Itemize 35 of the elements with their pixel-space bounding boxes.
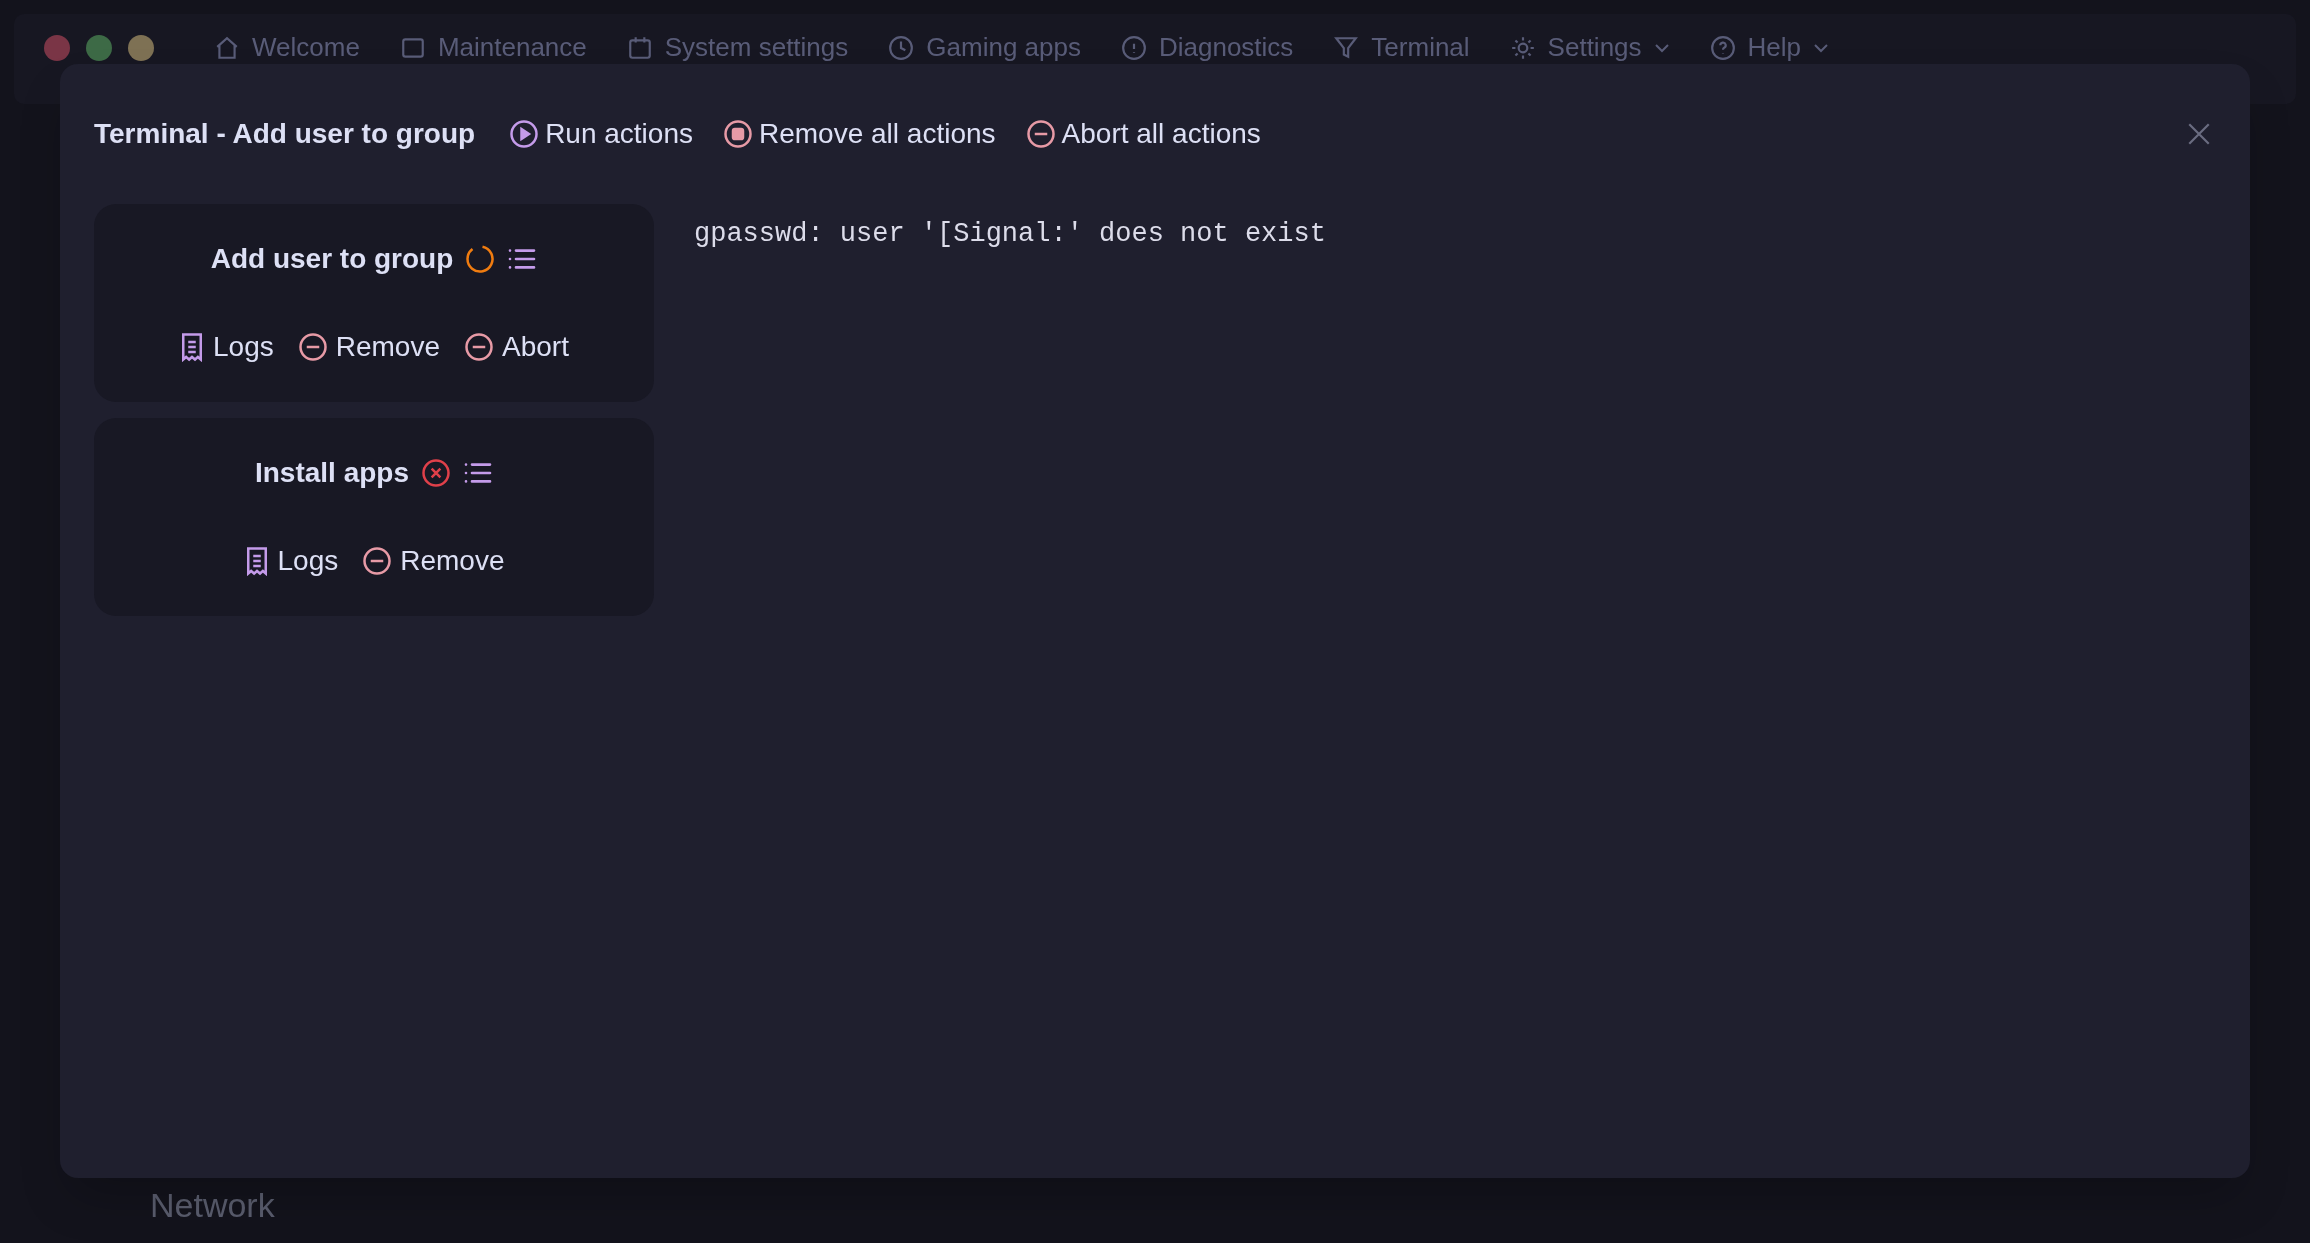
remove-button[interactable]: Remove: [297, 326, 440, 368]
clock-icon: [888, 34, 915, 61]
list-icon: [507, 247, 538, 271]
remove-all-button[interactable]: Remove all actions: [723, 113, 996, 155]
home-icon: [214, 34, 240, 61]
chevron-down-icon: [1653, 41, 1670, 54]
minus-circle-icon: [464, 332, 494, 362]
gear-icon: [1509, 34, 1536, 61]
help-icon: [1709, 34, 1736, 61]
info-icon: [1120, 34, 1147, 61]
logs-button[interactable]: Logs: [179, 326, 274, 368]
section-heading: Network: [150, 1186, 275, 1224]
dialog-title: Terminal - Add user to group: [94, 117, 476, 151]
chevron-down-icon: [1813, 41, 1830, 54]
funnel-icon: [1333, 34, 1360, 61]
abort-button[interactable]: Abort: [464, 326, 569, 368]
close-icon: [2186, 121, 2212, 147]
action-name: Add user to group: [210, 242, 454, 276]
terminal-output: gpasswd: user '[Signal:' does not exist: [694, 218, 1326, 251]
logs-button[interactable]: Logs: [243, 540, 339, 582]
abort-all-button[interactable]: Abort all actions: [1025, 113, 1261, 155]
list-button[interactable]: [507, 247, 538, 271]
list-icon: [463, 461, 493, 485]
minus-circle-icon: [1025, 119, 1056, 149]
minus-circle-icon: [362, 546, 393, 576]
action-name: Install apps: [254, 456, 409, 490]
minus-circle-icon: [297, 332, 328, 362]
remove-button[interactable]: Remove: [362, 540, 505, 582]
run-all-button[interactable]: Run actions: [509, 113, 693, 155]
error-icon: [421, 458, 451, 488]
play-icon: [509, 119, 540, 149]
stop-icon: [723, 119, 753, 149]
spinner-icon: [465, 244, 496, 274]
calendar-icon: [626, 34, 653, 61]
list-button[interactable]: [463, 461, 493, 485]
